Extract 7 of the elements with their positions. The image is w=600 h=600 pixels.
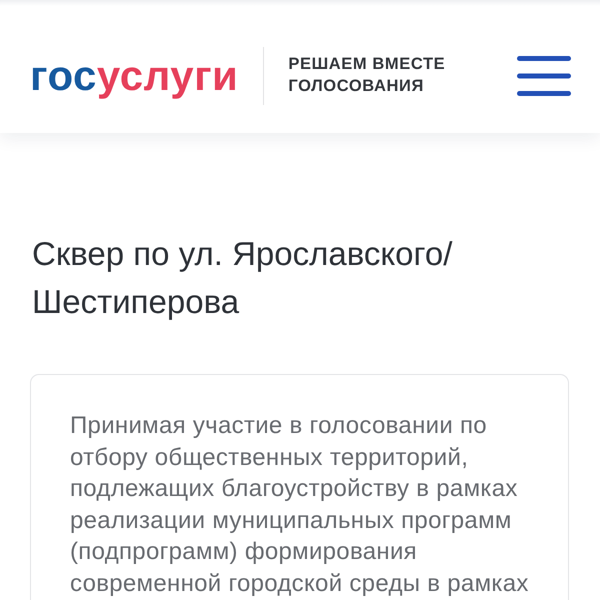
tagline-text: ГОЛОСОВАНИЯ (288, 78, 425, 95)
page-title: Сквер по ул. Ярославского/Шестиперова (32, 234, 454, 322)
logo[interactable]: госуслуги (30, 54, 238, 96)
tagline-text: РЕШАЕМ ВМЕСТЕ (288, 56, 446, 73)
card-text: Принимая участие в голосовании по отбору общественных территорий, подлежащих благоустройству в рамках реализации муниципальных программ (подпрограмм) формирования современной городской среды в рамках (70, 411, 529, 598)
menu-icon (517, 56, 571, 96)
menu-button[interactable] (517, 56, 571, 96)
